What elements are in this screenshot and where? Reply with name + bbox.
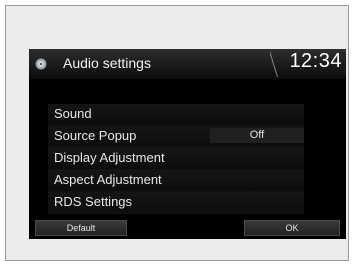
clock-area: 12:34 [270, 49, 346, 79]
clock-time: 12:34 [289, 50, 342, 72]
menu-item-label: Aspect Adjustment [54, 172, 162, 187]
menu-item-label: Sound [54, 106, 92, 121]
settings-menu: Sound Source Popup Off Display Adjustmen… [48, 104, 304, 214]
source-popup-value-box: Off [210, 128, 304, 143]
menu-item-label: Display Adjustment [54, 150, 165, 165]
default-button[interactable]: Default [35, 220, 127, 236]
source-popup-value: Off [249, 129, 265, 141]
screen-header: Audio settings 12:34 [29, 49, 346, 79]
menu-item-aspect-adjustment[interactable]: Aspect Adjustment [48, 170, 304, 192]
menu-item-label: RDS Settings [54, 194, 133, 209]
menu-item-source-popup[interactable]: Source Popup Off [48, 126, 304, 148]
ok-button[interactable]: OK [244, 220, 340, 236]
menu-item-display-adjustment[interactable]: Display Adjustment [48, 148, 304, 170]
settings-icon [35, 58, 47, 70]
menu-item-rds-settings[interactable]: RDS Settings [48, 192, 304, 214]
screen-footer: Default OK [29, 219, 346, 239]
audio-settings-screen: Audio settings 12:34 Sound Source Popup … [29, 49, 346, 239]
page-title: Audio settings [63, 55, 151, 71]
menu-item-label: Source Popup [54, 128, 137, 143]
figure-frame: Audio settings 12:34 Sound Source Popup … [5, 5, 349, 261]
clock-divider [270, 51, 278, 77]
menu-item-sound[interactable]: Sound [48, 104, 304, 126]
